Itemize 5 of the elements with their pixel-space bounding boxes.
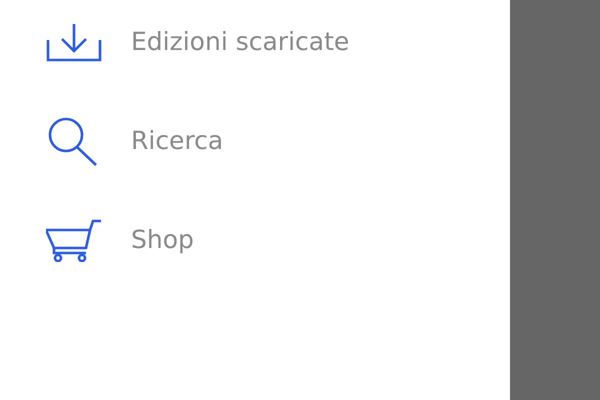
menu-item[interactable]: Ricerca <box>131 126 224 155</box>
cart-icon[interactable] <box>46 218 102 262</box>
menu-item[interactable]: Shop <box>131 225 194 254</box>
menu-item[interactable]: Edizioni scaricate <box>131 27 350 56</box>
download-icon[interactable] <box>46 22 102 62</box>
